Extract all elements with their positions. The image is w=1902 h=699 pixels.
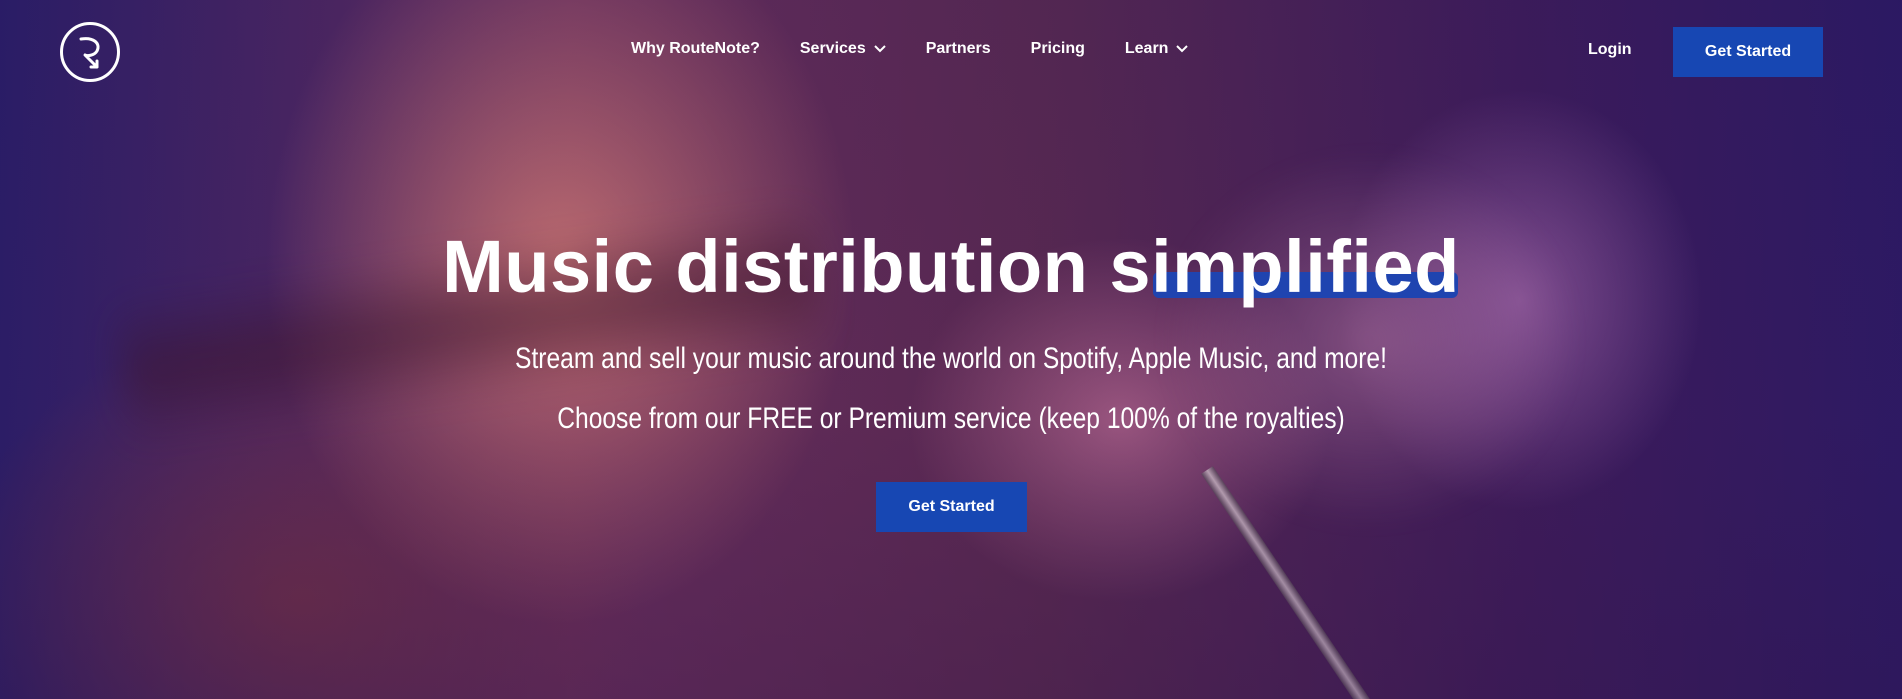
nav-item-label: Pricing	[1030, 40, 1085, 57]
hero-title: Music distribution simplified	[0, 222, 1902, 312]
site-header: Why RouteNote? Services Partners Pricing…	[0, 0, 1902, 104]
nav-item-label: Learn	[1124, 40, 1169, 57]
nav-item-label: Partners	[925, 40, 991, 57]
login-link[interactable]: Login	[1588, 41, 1632, 59]
hero-subtitle-1: Stream and sell your music around the wo…	[515, 342, 1387, 375]
chevron-down-icon	[1176, 40, 1189, 58]
logo-r-glyph-icon	[79, 37, 100, 69]
hero-title-prefix: Music distribution	[442, 225, 1110, 308]
chevron-down-icon	[874, 40, 886, 58]
hero-subtitle-2: Choose from our FREE or Premium service …	[557, 402, 1345, 435]
main-nav: Why RouteNote? Services Partners Pricing…	[631, 40, 1228, 58]
nav-item-learn[interactable]: Learn	[1125, 40, 1189, 58]
hero-title-highlight-text: simplified	[1109, 225, 1460, 308]
nav-item-why-routenote[interactable]: Why RouteNote?	[631, 40, 760, 58]
routenote-logo-icon[interactable]	[60, 22, 120, 82]
nav-item-services[interactable]: Services	[800, 40, 886, 58]
nav-item-label: Services	[799, 40, 866, 57]
header-get-started-button[interactable]: Get Started	[1673, 27, 1823, 77]
hero-get-started-button[interactable]: Get Started	[876, 482, 1027, 532]
nav-item-partners[interactable]: Partners	[926, 40, 991, 58]
nav-item-pricing[interactable]: Pricing	[1031, 40, 1085, 58]
nav-item-label: Why RouteNote?	[631, 40, 760, 57]
hero-title-highlight: simplified	[1109, 222, 1459, 312]
